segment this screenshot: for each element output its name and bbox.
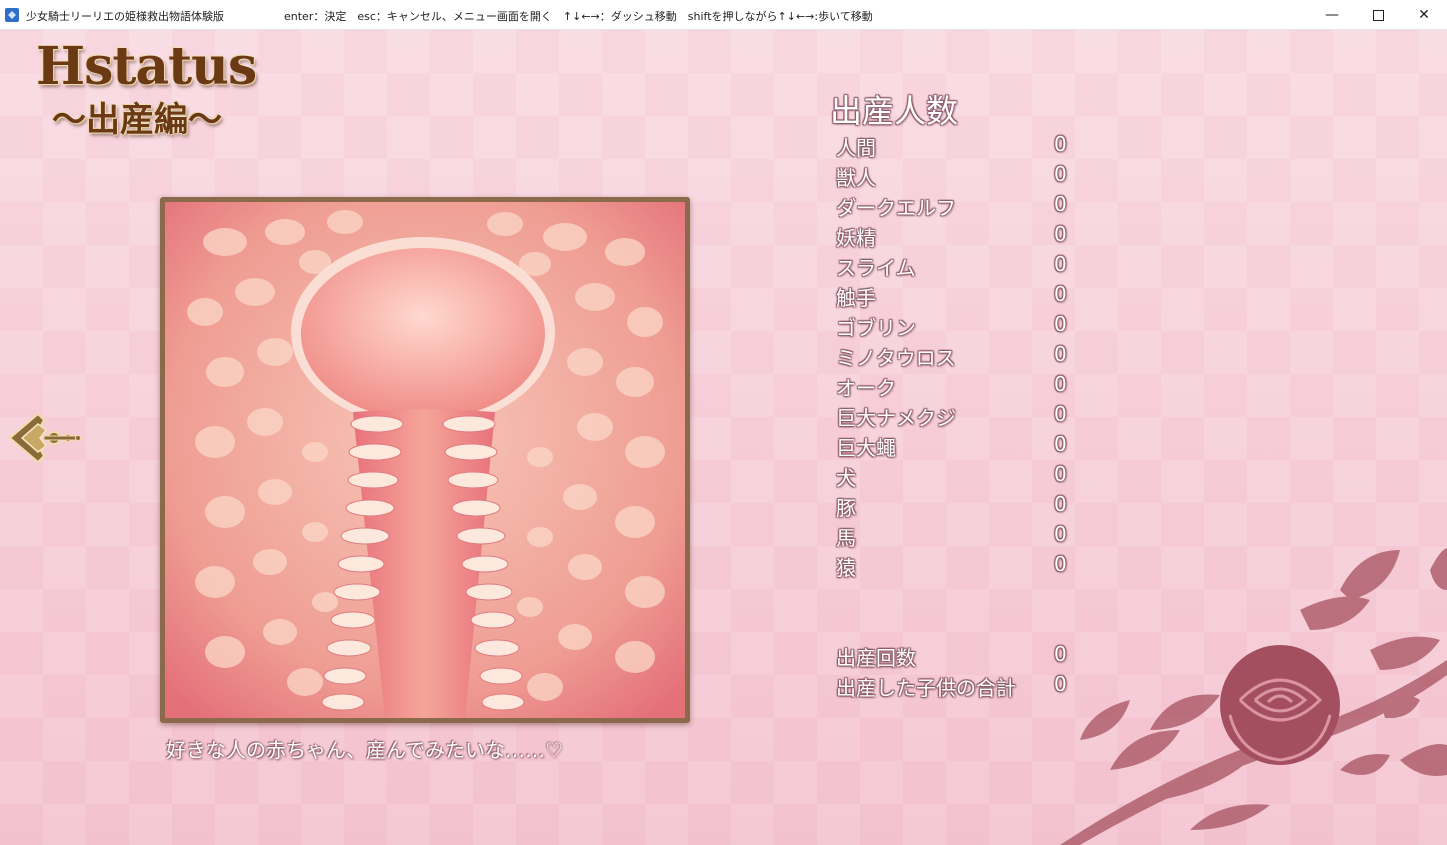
stat-label: 巨大蠅 (836, 436, 896, 460)
stat-label: ゴブリン (836, 316, 916, 340)
stat-label: 犬 (836, 466, 856, 490)
stat-row-dark-elf: ダークエルフ 0 (836, 192, 1068, 222)
ornate-back-arrow-icon (8, 412, 81, 464)
minimize-button[interactable]: — (1309, 0, 1355, 30)
stat-row-beastman: 獣人 0 (836, 162, 1068, 192)
stat-label: スライム (836, 256, 916, 280)
maximize-icon (1372, 9, 1384, 21)
back-button[interactable] (8, 410, 82, 466)
frame-ornament (165, 202, 183, 220)
illustration-frame (160, 197, 690, 723)
stat-row-human: 人間 0 (836, 132, 1068, 162)
window-title: 少女騎士リーリエの姫様救出物語体験版 (26, 10, 224, 23)
stat-label: 馬 (836, 526, 856, 550)
stat-value: 0 (1054, 132, 1067, 156)
stat-label: 人間 (836, 136, 876, 160)
womb-illustration (165, 202, 685, 718)
stat-row-orc: オーク 0 (836, 372, 1068, 402)
stat-label: 出産回数 (836, 646, 916, 670)
stat-value: 0 (1054, 282, 1067, 306)
stat-value: 0 (1054, 312, 1067, 336)
stat-value: 0 (1054, 162, 1067, 186)
stat-label: 猿 (836, 556, 856, 580)
stat-value: 0 (1054, 432, 1067, 456)
stat-label: 出産した子供の合計 (836, 676, 1016, 700)
stat-label: ミノタウロス (836, 346, 956, 370)
stat-label: 妖精 (836, 226, 876, 250)
frame-ornament (667, 700, 685, 718)
control-hints: enter：決定 esc：キャンセル、メニュー画面を開く ↑↓←→：ダッシュ移動… (284, 10, 873, 23)
stat-row-tentacle: 触手 0 (836, 282, 1068, 312)
stat-value: 0 (1054, 252, 1067, 276)
stat-row-horse: 馬0 (836, 522, 1068, 552)
stat-row-dog: 犬0 (836, 462, 1068, 492)
stat-label: 触手 (836, 286, 876, 310)
stat-value: 0 (1054, 222, 1067, 246)
stat-row-fairy: 妖精 0 (836, 222, 1068, 252)
stat-row-minotaur: ミノタウロス 0 (836, 342, 1068, 372)
close-icon: ✕ (1418, 7, 1430, 23)
rose-decoration (1060, 548, 1447, 845)
frame-ornament (165, 700, 183, 718)
stat-value: 0 (1054, 402, 1067, 426)
birth-count-heading: 出産人数 (830, 92, 959, 130)
minimize-icon: — (1325, 7, 1339, 23)
window-titlebar: 少女騎士リーリエの姫様救出物語体験版 enter：決定 esc：キャンセル、メニ… (0, 0, 1447, 30)
stat-row-monkey: 猿0 (836, 552, 1068, 582)
stat-value: 0 (1054, 492, 1067, 516)
stat-value: 0 (1054, 192, 1067, 216)
stat-row-giant-slug: 巨大ナメクジ 0 (836, 402, 1068, 432)
logo-subtitle: ～出産編～ (52, 100, 222, 140)
stat-value: 0 (1054, 462, 1067, 486)
stat-value: 0 (1054, 342, 1067, 366)
logo-title: Hstatus (36, 36, 257, 97)
game-screen: Hstatus ～出産編～ 好きな人の赤ちゃん、産んでみたいな……♡ 出産人数 … (0, 30, 1447, 845)
stat-label: 獣人 (836, 166, 876, 190)
stat-value: 0 (1054, 372, 1067, 396)
stat-label: 豚 (836, 496, 856, 520)
stat-row-slime: スライム 0 (836, 252, 1068, 282)
stat-row-children-total: 出産した子供の合計 0 (836, 672, 1068, 702)
app-icon (5, 8, 19, 22)
maximize-button[interactable] (1355, 0, 1401, 30)
frame-ornament (667, 202, 685, 220)
illustration-caption: 好きな人の赤ちゃん、産んでみたいな……♡ (166, 738, 563, 762)
stat-label: ダークエルフ (836, 196, 956, 220)
stat-row-goblin: ゴブリン 0 (836, 312, 1068, 342)
stat-row-pig: 豚0 (836, 492, 1068, 522)
stat-row-giant-fly: 巨大蠅 0 (836, 432, 1068, 462)
stat-label: 巨大ナメクジ (836, 406, 956, 430)
stat-label: オーク (836, 376, 896, 400)
close-button[interactable]: ✕ (1401, 0, 1447, 30)
stat-row-birth-count: 出産回数 0 (836, 642, 1068, 672)
hstatus-logo: Hstatus ～出産編～ (36, 36, 276, 146)
